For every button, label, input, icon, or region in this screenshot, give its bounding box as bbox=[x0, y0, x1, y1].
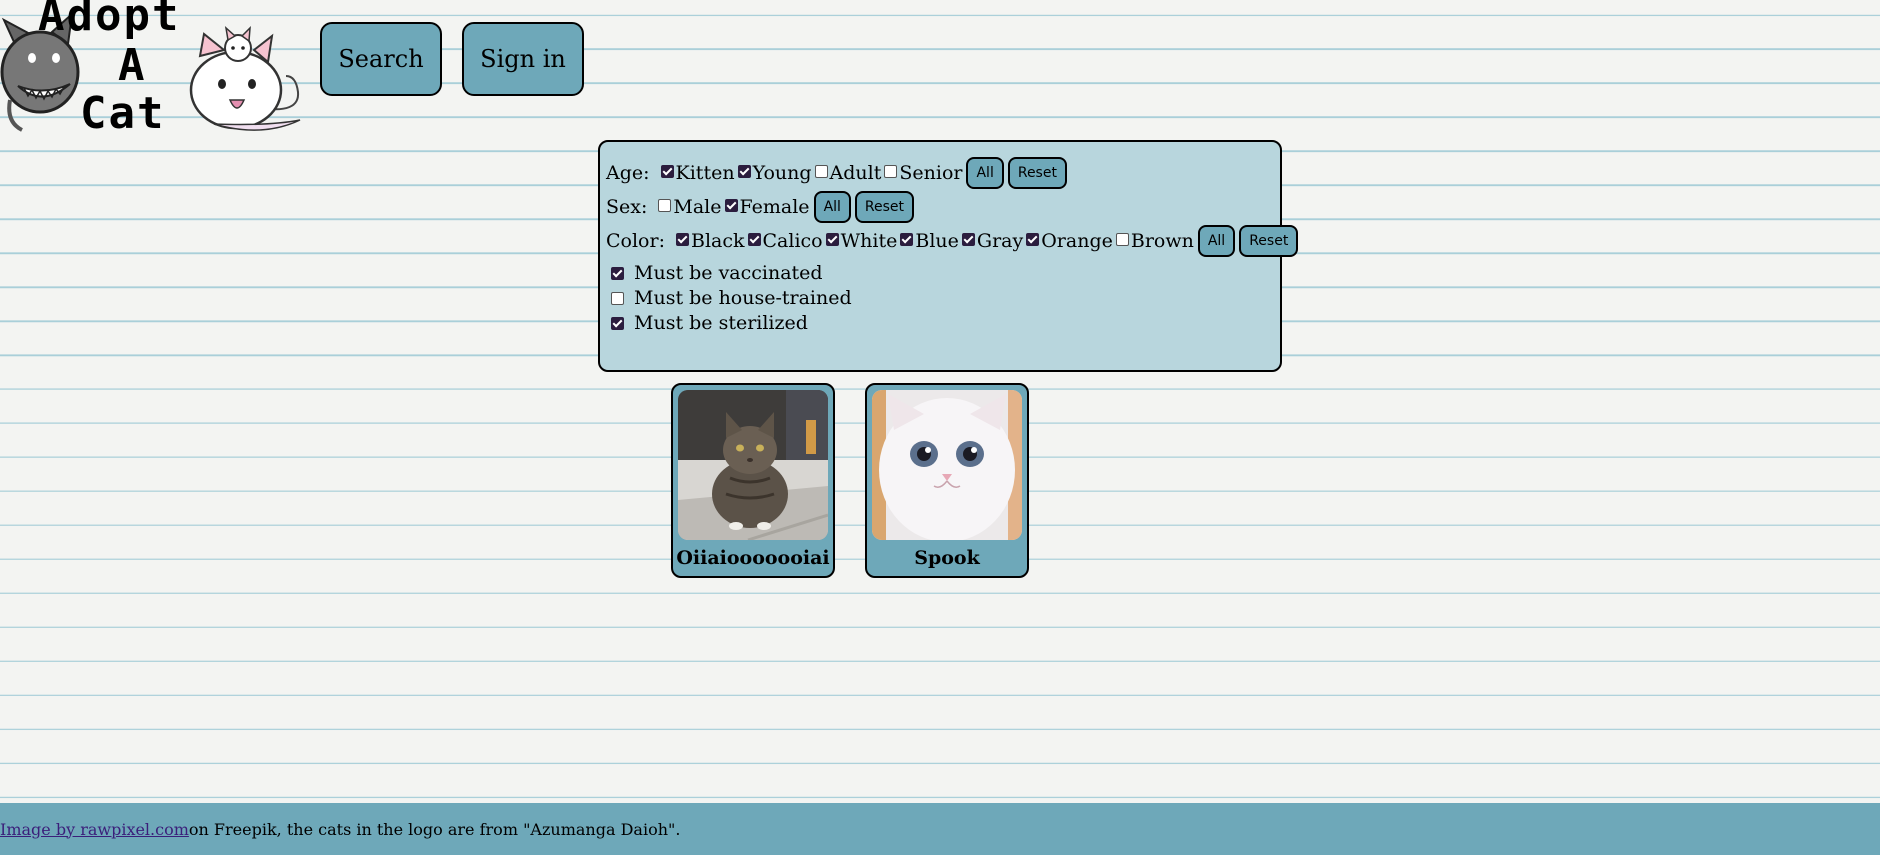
age-option-adult[interactable]: Adult bbox=[812, 162, 882, 184]
kitten-label: Kitten bbox=[675, 162, 735, 184]
sex-filter-row: Sex: Male Female All Reset bbox=[606, 190, 915, 224]
white-checkbox[interactable] bbox=[825, 232, 839, 246]
search-button[interactable]: Search bbox=[320, 22, 442, 96]
age-all-button[interactable]: All bbox=[966, 157, 1004, 189]
logo-line-1: Adopt bbox=[38, 0, 180, 41]
sterilized-requirement[interactable]: Must be sterilized bbox=[608, 312, 808, 334]
vaccinated-label: Must be vaccinated bbox=[634, 262, 823, 284]
brown-label: Brown bbox=[1130, 230, 1194, 252]
blue-label: Blue bbox=[915, 230, 959, 252]
logo-line-2: A bbox=[118, 40, 145, 91]
footer: Image by rawpixel.com on Freepik, the ca… bbox=[0, 803, 1880, 855]
female-checkbox[interactable] bbox=[724, 198, 738, 212]
color-option-gray[interactable]: Gray bbox=[959, 230, 1023, 252]
white-kitten-photo-icon bbox=[872, 390, 1022, 540]
filter-panel: Age: Kitten Young Adult Senior All Reset… bbox=[598, 140, 1299, 372]
gray-label: Gray bbox=[976, 230, 1024, 252]
color-filter-label: Color: bbox=[606, 230, 665, 252]
site-logo[interactable]: Adopt A Cat bbox=[0, 0, 305, 139]
sex-option-male[interactable]: Male bbox=[655, 196, 722, 218]
color-all-button[interactable]: All bbox=[1197, 225, 1236, 257]
gray-checkbox[interactable] bbox=[961, 232, 975, 246]
sex-all-button[interactable]: All bbox=[813, 191, 851, 223]
age-reset-button[interactable]: Reset bbox=[1007, 157, 1067, 189]
age-option-young[interactable]: Young bbox=[735, 162, 812, 184]
orange-checkbox[interactable] bbox=[1026, 232, 1040, 246]
brown-checkbox[interactable] bbox=[1115, 232, 1129, 246]
cat-photo bbox=[872, 390, 1022, 540]
sterilized-label: Must be sterilized bbox=[634, 312, 808, 334]
calico-checkbox[interactable] bbox=[747, 232, 761, 246]
black-label: Black bbox=[690, 230, 745, 252]
footer-credit-text: on Freepik, the cats in the logo are fro… bbox=[188, 819, 681, 839]
vaccinated-requirement[interactable]: Must be vaccinated bbox=[608, 262, 823, 284]
cat-photo bbox=[678, 390, 828, 540]
color-option-brown[interactable]: Brown bbox=[1113, 230, 1194, 252]
kitten-checkbox[interactable] bbox=[660, 164, 674, 178]
tabby-cat-photo-icon bbox=[678, 390, 828, 540]
logo-graphic: Adopt A Cat bbox=[0, 0, 301, 139]
male-label: Male bbox=[673, 196, 722, 218]
age-option-senior[interactable]: Senior bbox=[881, 162, 962, 184]
white-label: White bbox=[840, 230, 898, 252]
sign-in-button[interactable]: Sign in bbox=[462, 22, 584, 96]
blue-checkbox[interactable] bbox=[900, 232, 914, 246]
white-cat-icon bbox=[189, 26, 301, 131]
color-option-calico[interactable]: Calico bbox=[745, 230, 823, 252]
orange-label: Orange bbox=[1041, 230, 1113, 252]
house-trained-checkbox[interactable] bbox=[611, 291, 624, 305]
young-checkbox[interactable] bbox=[737, 164, 751, 178]
sex-reset-button[interactable]: Reset bbox=[854, 191, 915, 223]
cat-name: Oiiaiooooooiai bbox=[676, 547, 830, 569]
color-reset-button[interactable]: Reset bbox=[1239, 225, 1299, 257]
adult-label: Adult bbox=[829, 162, 882, 184]
sex-option-female[interactable]: Female bbox=[722, 196, 810, 218]
adult-checkbox[interactable] bbox=[814, 164, 828, 178]
cat-name: Spook bbox=[914, 547, 980, 569]
calico-label: Calico bbox=[762, 230, 823, 252]
age-filter-label: Age: bbox=[606, 162, 650, 184]
sterilized-checkbox[interactable] bbox=[611, 316, 624, 330]
color-option-black[interactable]: Black bbox=[673, 230, 745, 252]
logo-line-3: Cat bbox=[80, 88, 165, 135]
color-option-blue[interactable]: Blue bbox=[897, 230, 959, 252]
senior-checkbox[interactable] bbox=[884, 164, 898, 178]
cat-card[interactable]: Spook bbox=[865, 383, 1029, 578]
color-option-white[interactable]: White bbox=[823, 230, 898, 252]
senior-label: Senior bbox=[899, 162, 963, 184]
male-checkbox[interactable] bbox=[658, 198, 672, 212]
cat-card[interactable]: Oiiaiooooooiai bbox=[671, 383, 835, 578]
house-trained-requirement[interactable]: Must be house-trained bbox=[608, 287, 852, 309]
young-label: Young bbox=[752, 162, 812, 184]
image-credit-link[interactable]: Image by rawpixel.com bbox=[0, 820, 189, 839]
age-filter-row: Age: Kitten Young Adult Senior All Reset bbox=[606, 156, 1067, 190]
sex-filter-label: Sex: bbox=[606, 196, 648, 218]
age-option-kitten[interactable]: Kitten bbox=[658, 162, 735, 184]
color-option-orange[interactable]: Orange bbox=[1023, 230, 1113, 252]
female-label: Female bbox=[739, 196, 810, 218]
house-trained-label: Must be house-trained bbox=[634, 287, 852, 309]
color-filter-row: Color: Black Calico White Blue Gray Oran… bbox=[606, 224, 1299, 258]
vaccinated-checkbox[interactable] bbox=[611, 266, 624, 280]
black-checkbox[interactable] bbox=[675, 232, 689, 246]
